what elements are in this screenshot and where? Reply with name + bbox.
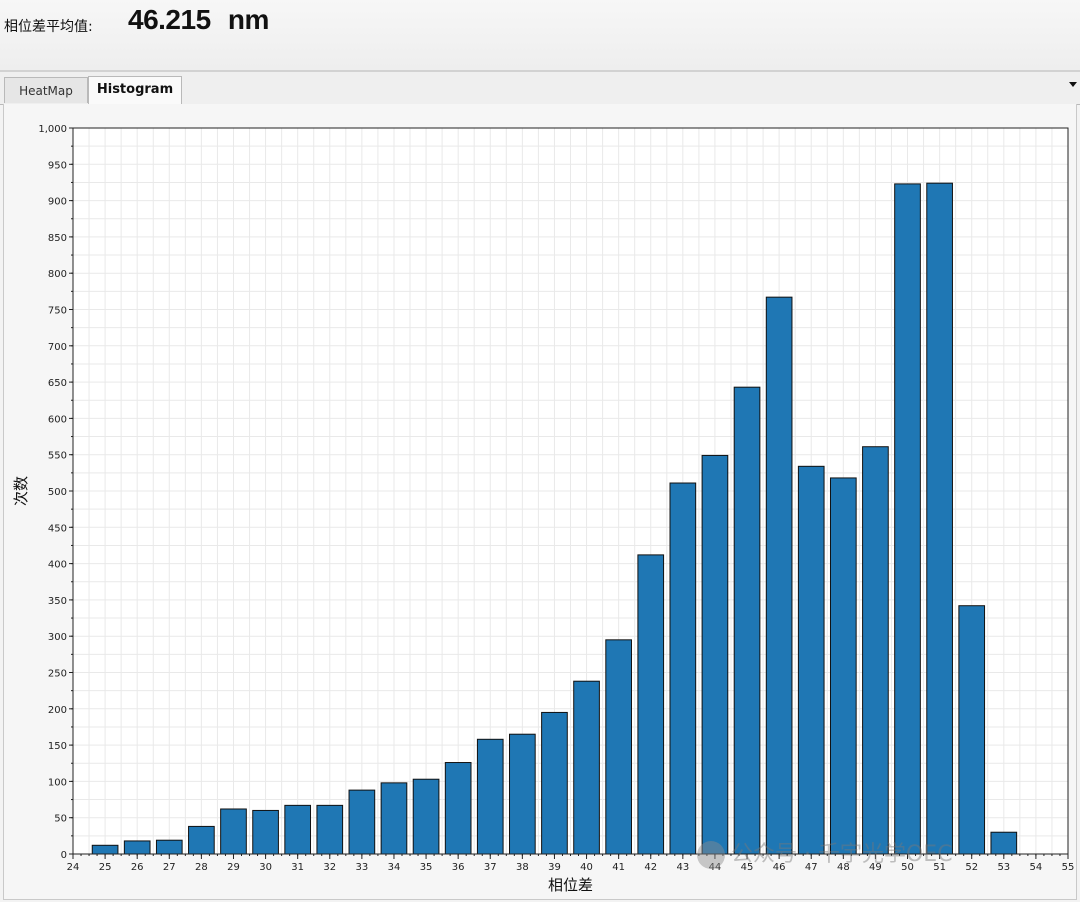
histogram-bar [155, 839, 183, 855]
x-tick-label: 43 [676, 862, 689, 873]
tab-heatmap[interactable]: HeatMap [4, 77, 88, 103]
tab-histogram[interactable]: Histogram [88, 76, 182, 104]
histogram-bar [380, 782, 408, 855]
histogram-bar [220, 808, 247, 855]
y-tick-label: 450 [48, 523, 67, 534]
x-tick-label: 27 [163, 862, 176, 873]
histogram-bar [862, 446, 889, 855]
y-tick-label: 100 [48, 777, 67, 788]
x-tick-label: 31 [291, 862, 304, 873]
y-tick-label: 850 [48, 233, 67, 244]
histogram-bar [348, 789, 376, 855]
x-tick-label: 26 [131, 862, 144, 873]
histogram-bar [637, 554, 665, 855]
y-tick-label: 50 [54, 814, 67, 825]
y-tick-label: 250 [48, 669, 67, 680]
x-tick-label: 55 [1062, 862, 1075, 873]
x-tick-label: 30 [259, 862, 272, 873]
x-axis-title: 相位差 [548, 876, 593, 894]
y-tick-label: 600 [48, 414, 67, 425]
histogram-bar [894, 183, 921, 855]
y-tick-label: 700 [48, 342, 67, 353]
histogram-bar [252, 809, 279, 855]
y-tick-label: 0 [61, 850, 67, 861]
y-tick-label: 150 [48, 741, 67, 752]
mean-phase-unit: nm [227, 4, 270, 35]
x-tick-label: 33 [356, 862, 369, 873]
y-tick-label: 500 [48, 487, 67, 498]
y-tick-label: 1,000 [38, 124, 67, 135]
wechat-icon [697, 841, 725, 869]
y-tick-label: 300 [48, 632, 67, 643]
mean-phase-number: 46.215 [128, 4, 211, 35]
histogram-bar [476, 738, 504, 855]
y-tick-label: 750 [48, 306, 67, 317]
x-tick-label: 34 [388, 862, 401, 873]
histogram-bar [509, 733, 536, 855]
header-bar: 相位差平均值: 46.215 nm [0, 0, 1080, 72]
histogram-bar [188, 825, 215, 855]
y-tick-label: 950 [48, 160, 67, 171]
x-tick-label: 53 [997, 862, 1010, 873]
watermark: 公众号 · 千宇光学OEC [697, 836, 953, 876]
histogram-bar [669, 482, 697, 855]
y-tick-label: 800 [48, 269, 67, 280]
y-tick-label: 400 [48, 560, 67, 571]
y-tick-label: 900 [48, 197, 67, 208]
histogram-bar [829, 477, 857, 855]
histogram-bar [444, 762, 472, 855]
histogram-bar [573, 680, 600, 855]
x-tick-label: 29 [227, 862, 240, 873]
y-tick-label: 350 [48, 596, 67, 607]
y-axis-title: 次数 [12, 476, 30, 506]
x-tick-label: 54 [1030, 862, 1043, 873]
histogram-bar [316, 804, 344, 855]
histogram-bar [123, 840, 151, 855]
histogram-bar [990, 831, 1018, 855]
x-tick-label: 41 [612, 862, 625, 873]
x-tick-label: 39 [548, 862, 561, 873]
histogram-bar [958, 605, 986, 855]
histogram-bar [797, 465, 825, 855]
x-tick-label: 40 [580, 862, 593, 873]
histogram-bar [541, 711, 568, 855]
histogram-bar [733, 386, 761, 855]
histogram-bar [701, 454, 729, 855]
watermark-text: 公众号 · 千宇光学OEC [731, 842, 953, 867]
x-tick-label: 38 [516, 862, 529, 873]
y-tick-label: 550 [48, 451, 67, 462]
histogram-bar [284, 804, 312, 855]
histogram-panel: 0 50 100 150 200 250 300 350 400 450 500 550 600 650 7… [3, 104, 1077, 900]
tab-bar: HeatMap Histogram [0, 72, 1080, 105]
x-tick-label: 42 [644, 862, 657, 873]
histogram-chart: 0 50 100 150 200 250 300 350 400 450 500 550 600 650 7… [12, 124, 1075, 894]
y-tick-label: 650 [48, 378, 67, 389]
x-tick-label: 24 [67, 862, 80, 873]
x-tick-label: 37 [484, 862, 497, 873]
mean-phase-value: 46.215 nm [128, 4, 269, 36]
y-tick-label: 200 [48, 705, 67, 716]
x-tick-label: 35 [420, 862, 433, 873]
x-tick-label: 52 [965, 862, 978, 873]
mean-phase-label: 相位差平均值: [4, 19, 93, 35]
histogram-bar [412, 778, 440, 855]
histogram-bar [605, 639, 632, 855]
x-tick-label: 25 [99, 862, 112, 873]
histogram-bar [926, 182, 953, 855]
tab-dropdown-icon[interactable] [1069, 82, 1077, 87]
histogram-bar [91, 844, 119, 855]
histogram-bar [765, 296, 793, 855]
x-tick-label: 32 [323, 862, 336, 873]
x-tick-label: 28 [195, 862, 208, 873]
x-tick-label: 36 [452, 862, 465, 873]
